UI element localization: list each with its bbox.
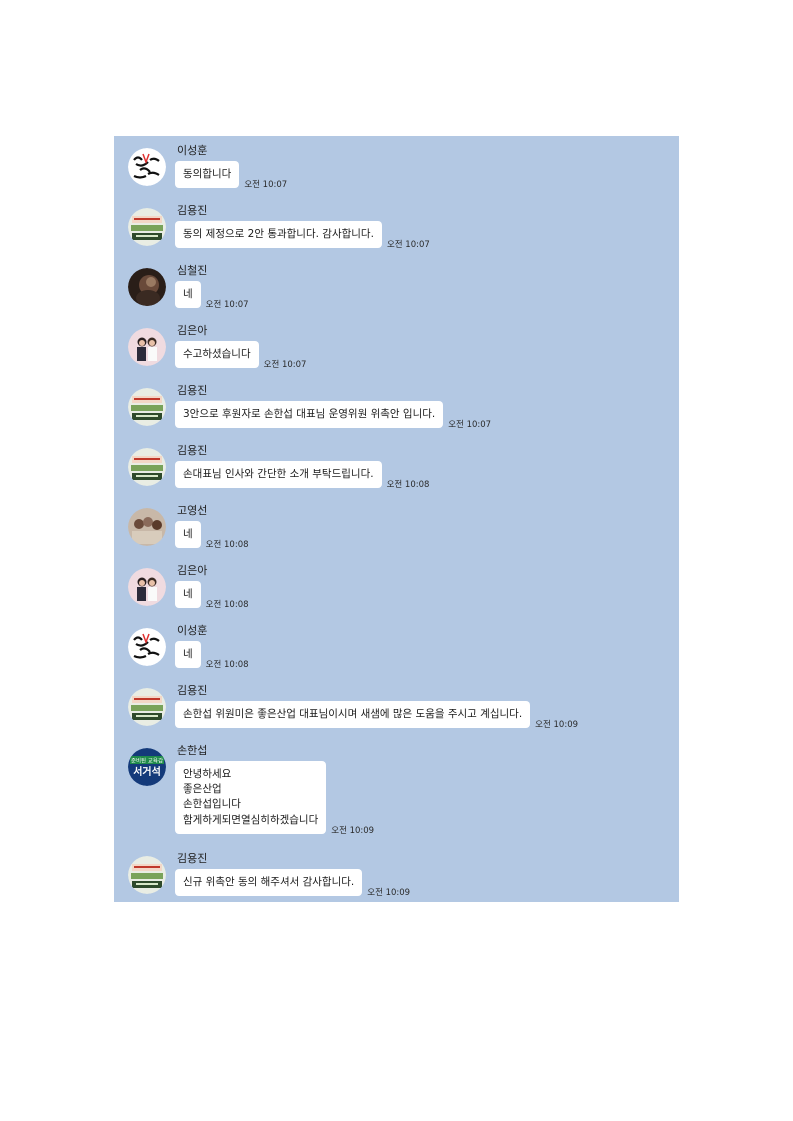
lettering-avatar[interactable] <box>128 148 166 186</box>
sender-name: 심철진 <box>177 264 208 277</box>
seogeoseok-avatar[interactable]: 준비된 교육감 서거석 <box>128 748 166 786</box>
sender-name: 고영선 <box>177 504 208 517</box>
message-time: 오전 10:07 <box>263 360 307 371</box>
message-row: 네오전 10:08 <box>175 641 249 671</box>
message-time: 오전 10:08 <box>386 480 430 491</box>
message-row: 네오전 10:07 <box>175 281 249 311</box>
message-time: 오전 10:07 <box>244 180 288 191</box>
message-row: 손한섭 위원미은 좋은산업 대표님이시며 새샘에 많은 도움을 주시고 계십니다… <box>175 701 579 731</box>
sender-name: 김용진 <box>177 684 208 697</box>
message-row: 동의합니다오전 10:07 <box>175 161 288 191</box>
sender-name: 김은아 <box>177 324 208 337</box>
banner-avatar[interactable] <box>128 208 166 246</box>
message-bubble[interactable]: 동의 제정으로 2안 통과합니다. 감사합니다. <box>175 221 382 249</box>
message-row: 네오전 10:08 <box>175 581 249 611</box>
message-time: 오전 10:08 <box>205 600 249 611</box>
message-bubble[interactable]: 네 <box>175 581 201 609</box>
sender-name: 김은아 <box>177 564 208 577</box>
couple-avatar[interactable] <box>128 328 166 366</box>
message-row: 안녕하세요 좋은산업 손한섭입니다 함게하게되면열심히하겠습니다오전 10:09 <box>175 761 375 836</box>
banner-avatar[interactable] <box>128 448 166 486</box>
message-time: 오전 10:07 <box>448 420 492 431</box>
page: 이성훈 동의합니다 오전 10:07 김용진 동의 제정으로 2안 통과합니다. 감사합… <box>0 0 793 1121</box>
chat-screenshot: 이성훈 동의합니다 오전 10:07 김용진 동의 제정으로 2안 통과합니다. 감사합… <box>114 136 679 902</box>
sender-name: 김용진 <box>177 384 208 397</box>
message-row: 네오전 10:08 <box>175 521 249 551</box>
message-bubble[interactable]: 3안으로 후원자로 손한섭 대표님 운영위원 위촉안 입니다. <box>175 401 444 429</box>
message-row: 동의 제정으로 2안 통과합니다. 감사합니다. 오전 10:07 <box>175 221 430 251</box>
message-time: 오전 10:08 <box>205 540 249 551</box>
message-bubble[interactable]: 안녕하세요 좋은산업 손한섭입니다 함게하게되면열심히하겠습니다 <box>175 761 327 834</box>
sender-name: 이성훈 <box>177 624 208 637</box>
message-row: 3안으로 후원자로 손한섭 대표님 운영위원 위촉안 입니다. 오전 10:07 <box>175 401 492 431</box>
message-row: 손대표님 인사와 간단한 소개 부탁드립니다. 오전 10:08 <box>175 461 430 491</box>
message-bubble[interactable]: 네 <box>175 521 201 549</box>
sender-name: 김용진 <box>177 852 208 865</box>
message-time: 오전 10:07 <box>205 300 249 311</box>
sender-name: 손한섭 <box>177 744 208 757</box>
message-time: 오전 10:08 <box>205 660 249 671</box>
lettering-avatar[interactable] <box>128 628 166 666</box>
message-time: 오전 10:09 <box>367 888 411 899</box>
couple-avatar[interactable] <box>128 568 166 606</box>
message-time: 오전 10:09 <box>331 825 375 836</box>
message-bubble[interactable]: 동의합니다 <box>175 161 240 189</box>
sender-name: 김용진 <box>177 444 208 457</box>
message-row: 신규 위촉안 동의 해주셔서 감사합니다. 오전 10:09 <box>175 869 411 899</box>
message-bubble[interactable]: 네 <box>175 641 201 669</box>
banner-avatar[interactable] <box>128 388 166 426</box>
group-avatar[interactable] <box>128 508 166 546</box>
message-bubble[interactable]: 네 <box>175 281 201 309</box>
banner-avatar[interactable] <box>128 688 166 726</box>
message-bubble[interactable]: 수고하셨습니다 <box>175 341 259 369</box>
photo-avatar[interactable] <box>128 268 166 306</box>
message-row: 수고하셨습니다오전 10:07 <box>175 341 307 371</box>
message-bubble[interactable]: 손한섭 위원미은 좋은산업 대표님이시며 새샘에 많은 도움을 주시고 계십니다… <box>175 701 531 729</box>
sender-name: 김용진 <box>177 204 208 217</box>
sender-name: 이성훈 <box>177 144 208 157</box>
banner-avatar[interactable] <box>128 856 166 894</box>
avatar-text: 서거석 <box>133 765 161 778</box>
message-bubble[interactable]: 신규 위촉안 동의 해주셔서 감사합니다. <box>175 869 363 897</box>
message-bubble[interactable]: 손대표님 인사와 간단한 소개 부탁드립니다. <box>175 461 382 489</box>
avatar-text: 준비된 교육감 <box>131 757 163 765</box>
message-time: 오전 10:09 <box>535 720 579 731</box>
message-time: 오전 10:07 <box>386 240 430 251</box>
